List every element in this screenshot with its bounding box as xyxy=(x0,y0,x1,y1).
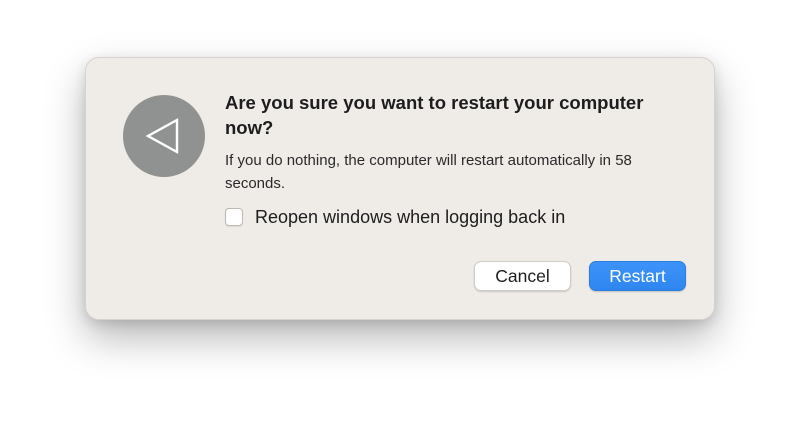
reopen-windows-checkbox[interactable] xyxy=(225,208,243,226)
reopen-windows-label: Reopen windows when logging back in xyxy=(255,206,566,227)
restart-button[interactable]: Restart xyxy=(589,261,686,291)
restart-triangle-icon xyxy=(123,95,205,177)
screen-background: Are you sure you want to restart your co… xyxy=(0,0,800,433)
reopen-windows-option[interactable]: Reopen windows when logging back in xyxy=(225,205,565,229)
dialog-message: If you do nothing, the computer will res… xyxy=(225,152,632,192)
dialog-title: Are you sure you want to restart your co… xyxy=(225,92,644,138)
restart-dialog: Are you sure you want to restart your co… xyxy=(85,57,715,320)
cancel-button[interactable]: Cancel xyxy=(474,261,571,291)
